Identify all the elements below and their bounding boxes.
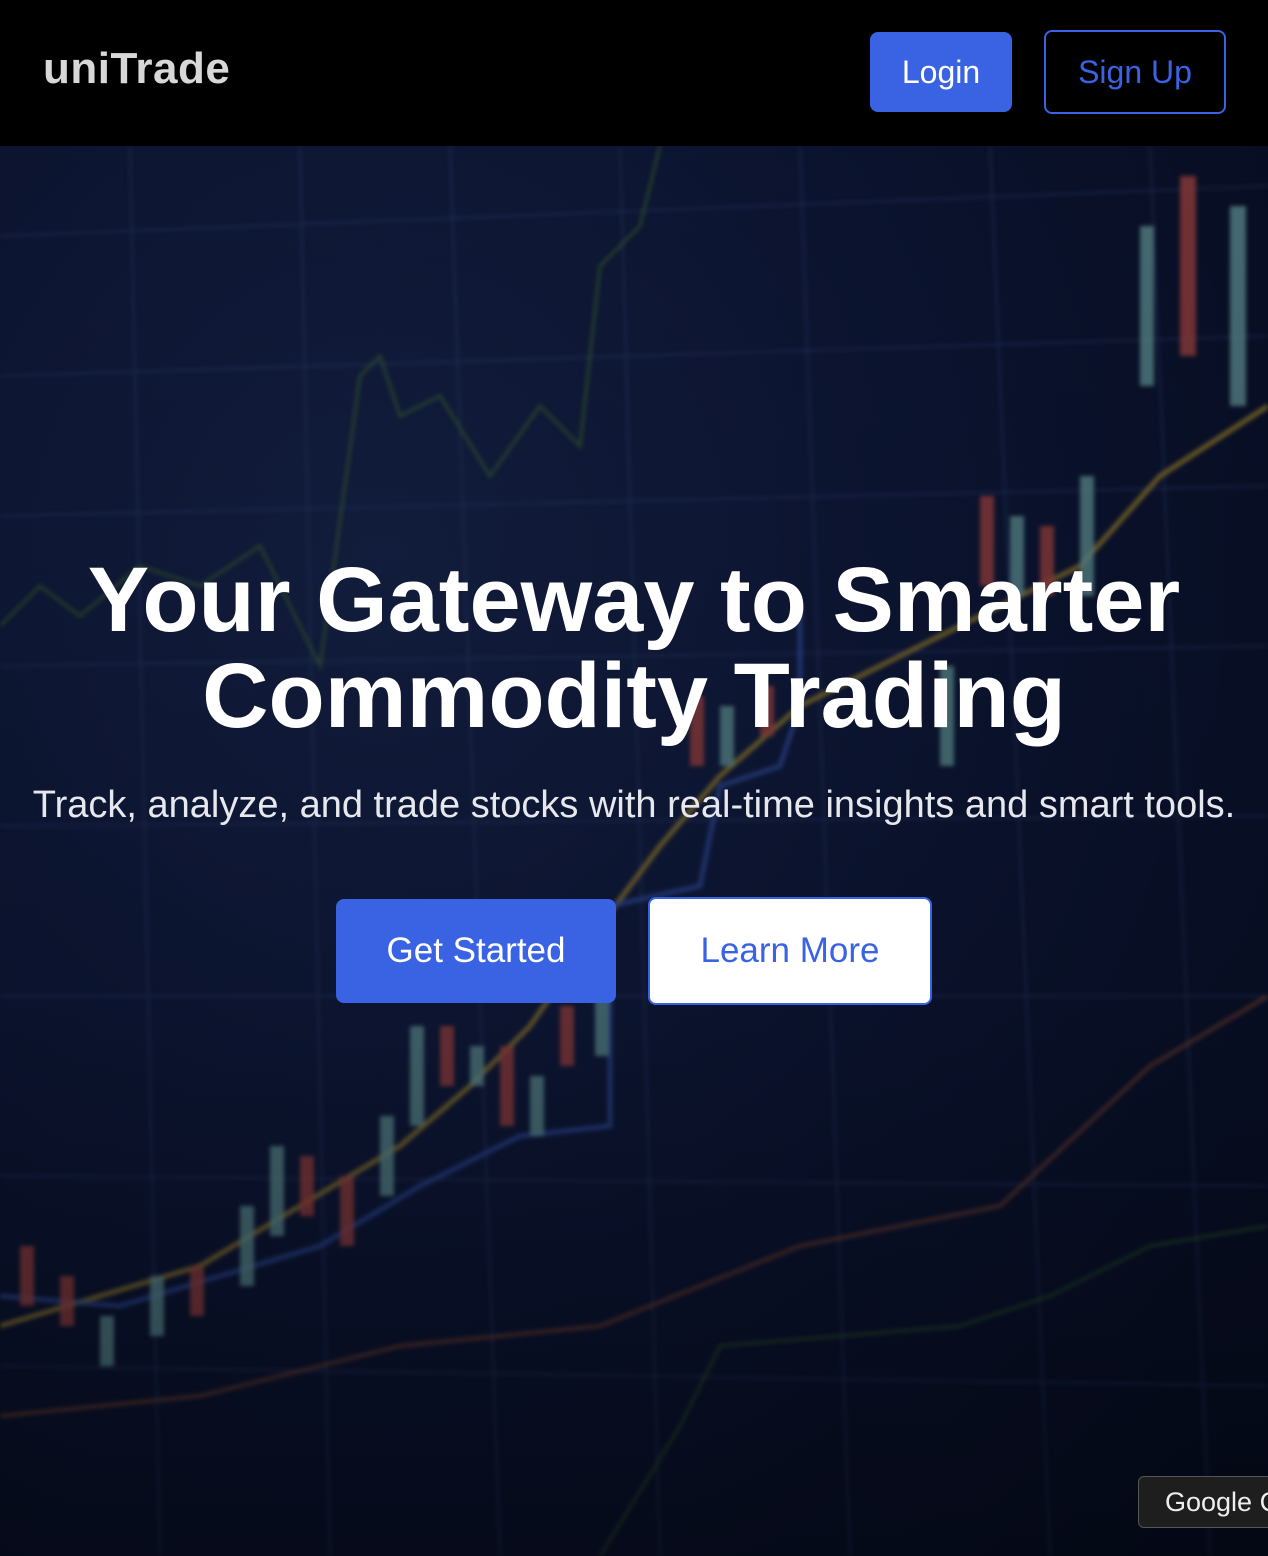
hero-title-line-1: Your Gateway to Smarter — [87, 549, 1181, 651]
hero-title: Your Gateway to Smarter Commodity Tradin… — [0, 552, 1268, 744]
google-popup-tag[interactable]: Google C — [1138, 1476, 1268, 1528]
get-started-button[interactable]: Get Started — [336, 899, 616, 1003]
learn-more-button[interactable]: Learn More — [648, 897, 932, 1005]
login-button[interactable]: Login — [870, 32, 1012, 112]
signup-button[interactable]: Sign Up — [1044, 30, 1226, 114]
brand-logo-text[interactable]: uniTrade — [43, 44, 230, 94]
hero-title-line-2: Commodity Trading — [202, 645, 1066, 747]
hero-subtitle: Track, analyze, and trade stocks with re… — [32, 784, 1236, 826]
top-navbar: uniTrade Login Sign Up — [0, 0, 1268, 146]
hero-dark-overlay — [0, 146, 1268, 1556]
hero-section: Your Gateway to Smarter Commodity Tradin… — [0, 146, 1268, 1556]
